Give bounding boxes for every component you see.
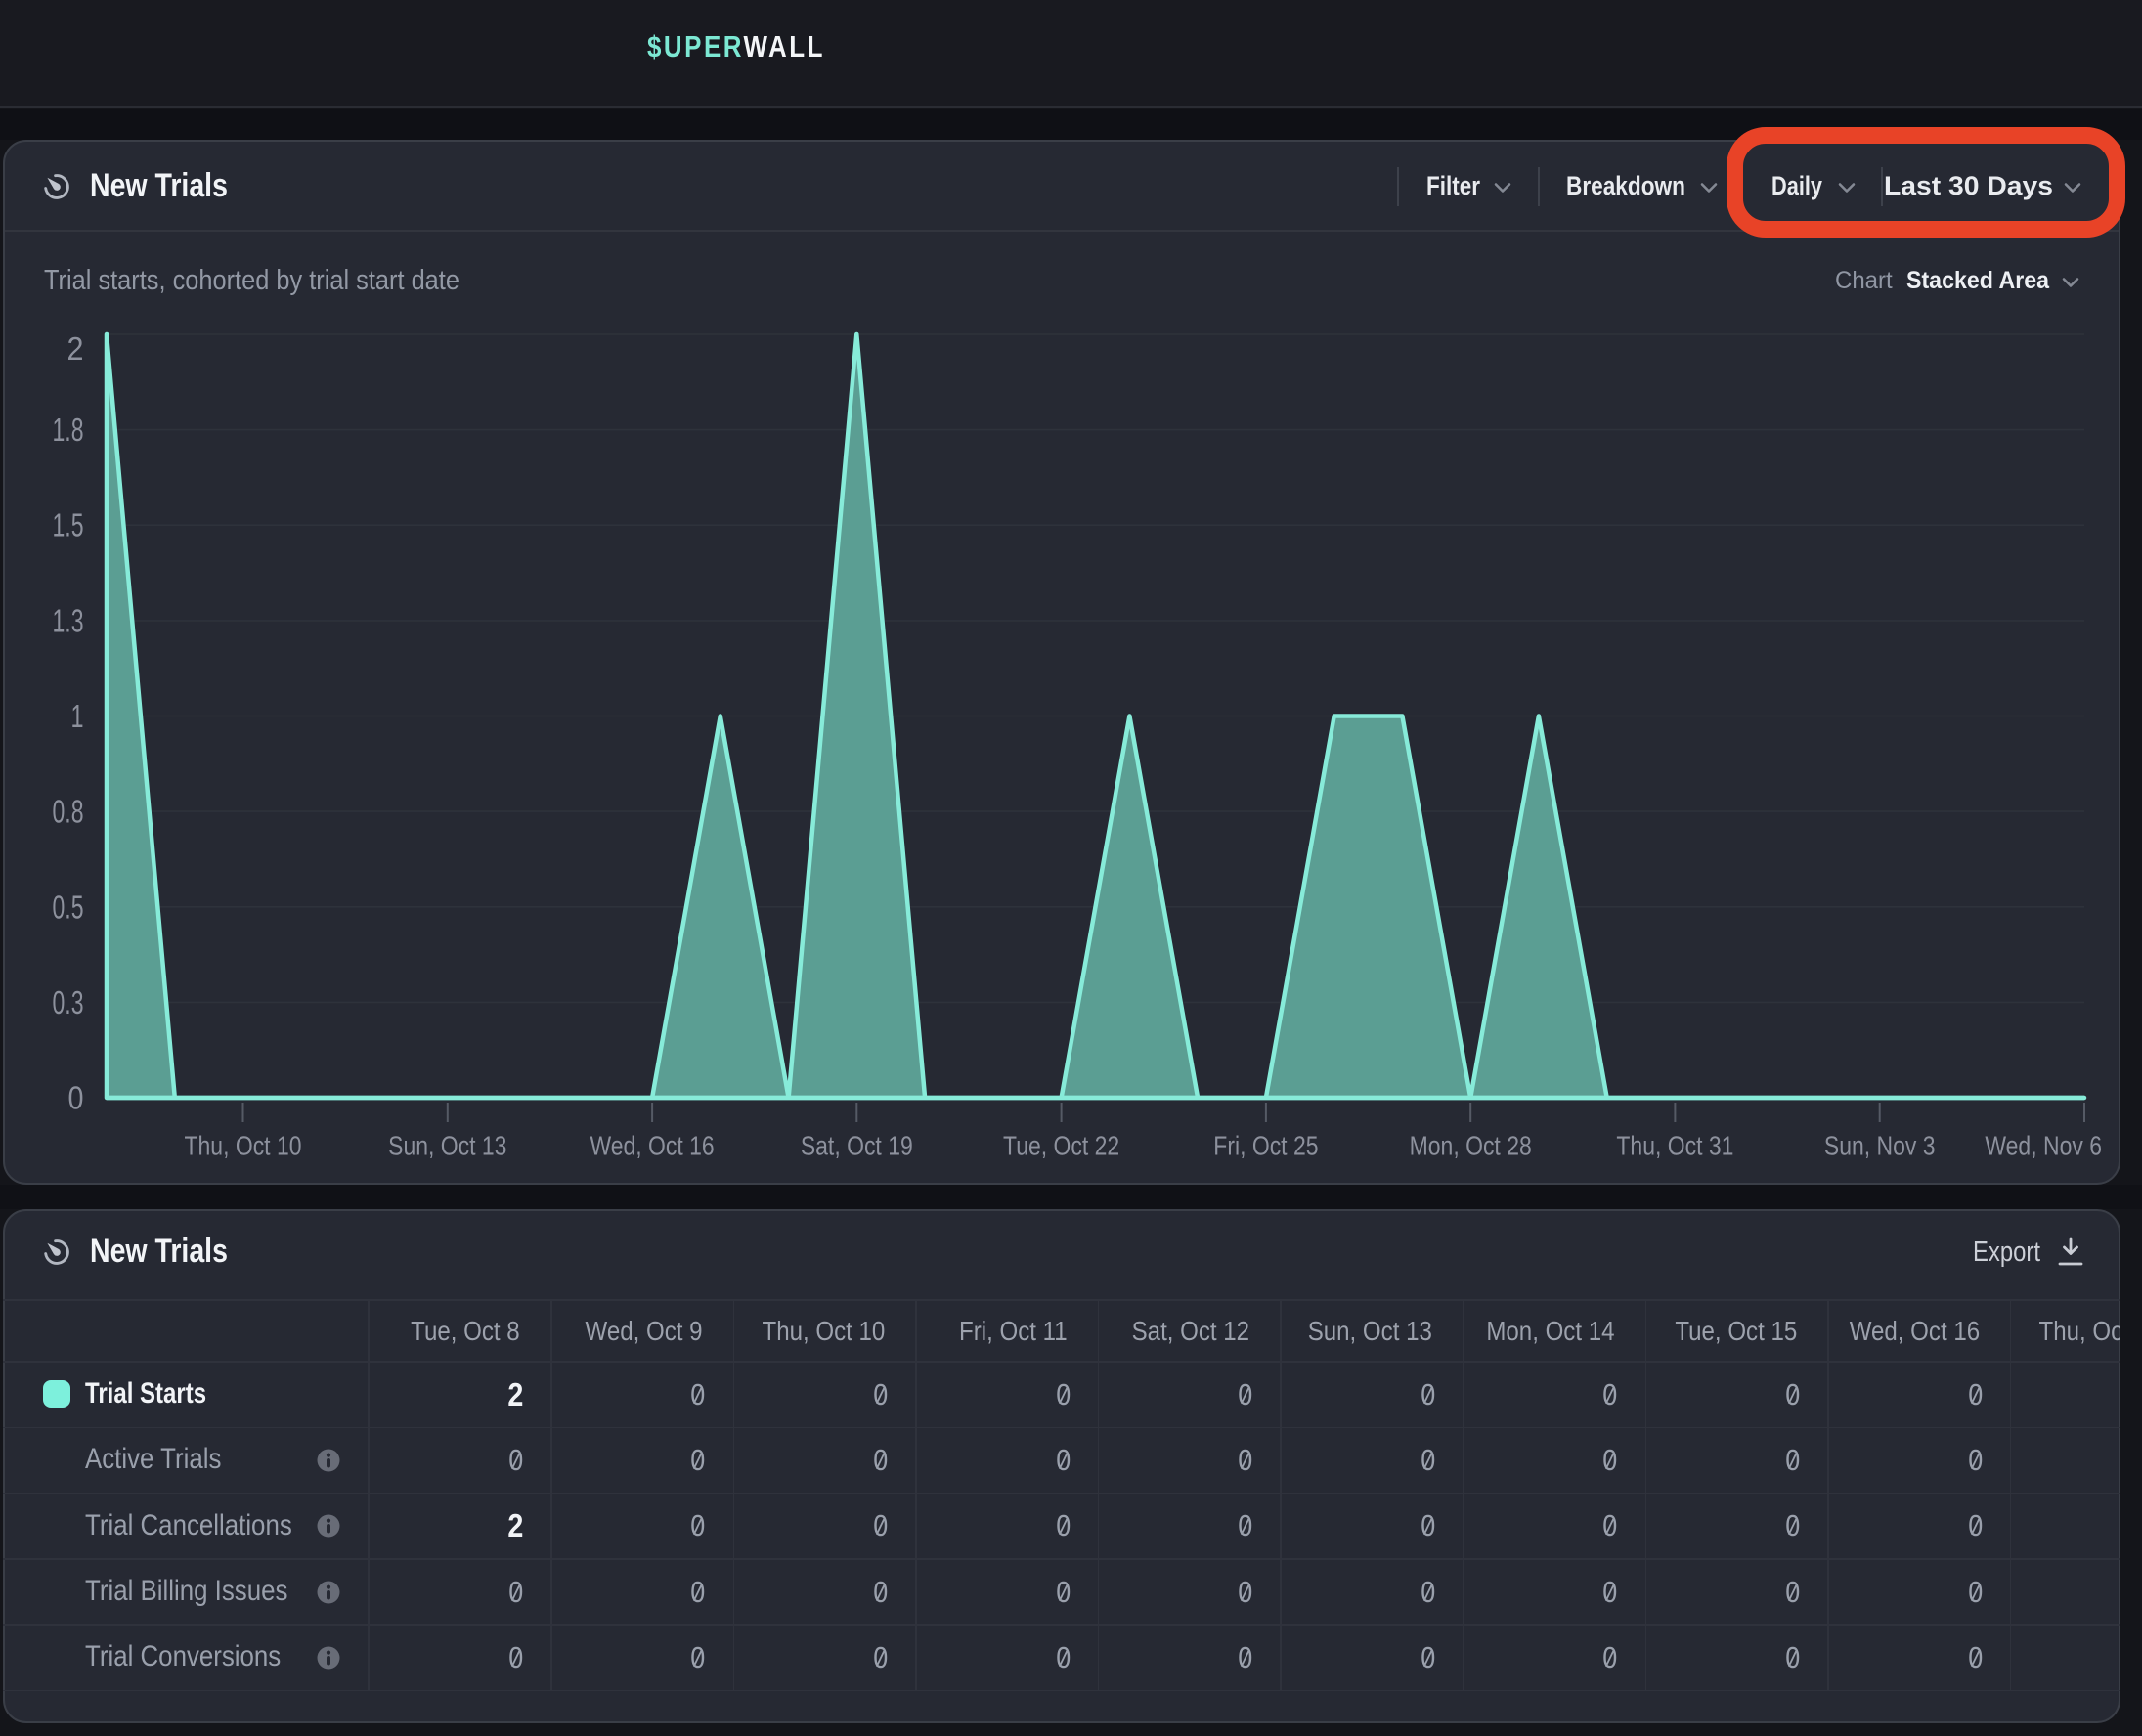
svg-text:Sun, Oct 13: Sun, Oct 13 xyxy=(388,1131,506,1161)
svg-text:1: 1 xyxy=(71,698,84,734)
svg-text:1.8: 1.8 xyxy=(53,412,84,448)
svg-text:0: 0 xyxy=(68,1080,84,1116)
svg-text:Wed, Nov 6: Wed, Nov 6 xyxy=(1985,1131,2102,1161)
svg-text:Fri, Oct 25: Fri, Oct 25 xyxy=(1213,1131,1318,1161)
svg-text:2: 2 xyxy=(67,330,84,367)
svg-text:Thu, Oct 31: Thu, Oct 31 xyxy=(1616,1131,1733,1161)
svg-text:0.5: 0.5 xyxy=(53,889,84,925)
svg-text:Wed, Oct 16: Wed, Oct 16 xyxy=(590,1131,715,1161)
svg-text:Sat, Oct 19: Sat, Oct 19 xyxy=(801,1131,913,1161)
svg-text:Mon, Oct 28: Mon, Oct 28 xyxy=(1410,1131,1532,1161)
svg-text:0.3: 0.3 xyxy=(53,984,84,1020)
svg-text:0.8: 0.8 xyxy=(53,794,84,830)
svg-text:Sun, Nov 3: Sun, Nov 3 xyxy=(1824,1131,1936,1161)
svg-text:Tue, Oct 22: Tue, Oct 22 xyxy=(1003,1131,1119,1161)
svg-text:Thu, Oct 10: Thu, Oct 10 xyxy=(185,1131,302,1161)
svg-text:1.5: 1.5 xyxy=(53,507,84,543)
svg-text:1.3: 1.3 xyxy=(53,602,84,638)
